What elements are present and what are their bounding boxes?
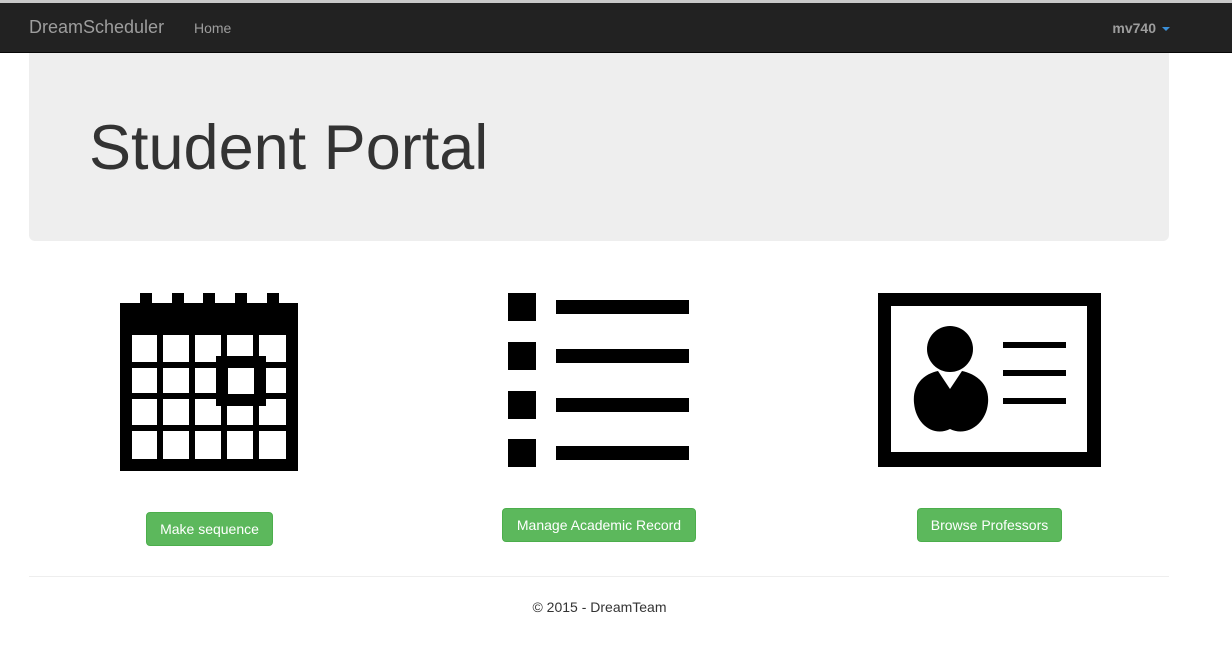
jumbotron: Student Portal	[29, 53, 1169, 241]
username-label: mv740	[1112, 20, 1156, 36]
top-navbar: DreamScheduler Home mv740	[0, 3, 1232, 53]
calendar-icon	[120, 293, 298, 471]
caret-down-icon	[1162, 27, 1170, 32]
user-dropdown[interactable]: mv740	[1112, 20, 1170, 36]
browse-professors-button[interactable]: Browse Professors	[917, 508, 1062, 542]
list-icon	[508, 293, 690, 468]
footer-divider	[29, 576, 1169, 577]
brand-link[interactable]: DreamScheduler	[29, 17, 164, 38]
id-card-icon	[878, 293, 1101, 467]
footer-copyright: © 2015 - DreamTeam	[532, 599, 667, 615]
manage-academic-record-button[interactable]: Manage Academic Record	[502, 508, 696, 542]
page-title: Student Portal	[89, 113, 489, 183]
make-sequence-button[interactable]: Make sequence	[146, 512, 273, 546]
nav-home-link[interactable]: Home	[194, 20, 231, 36]
